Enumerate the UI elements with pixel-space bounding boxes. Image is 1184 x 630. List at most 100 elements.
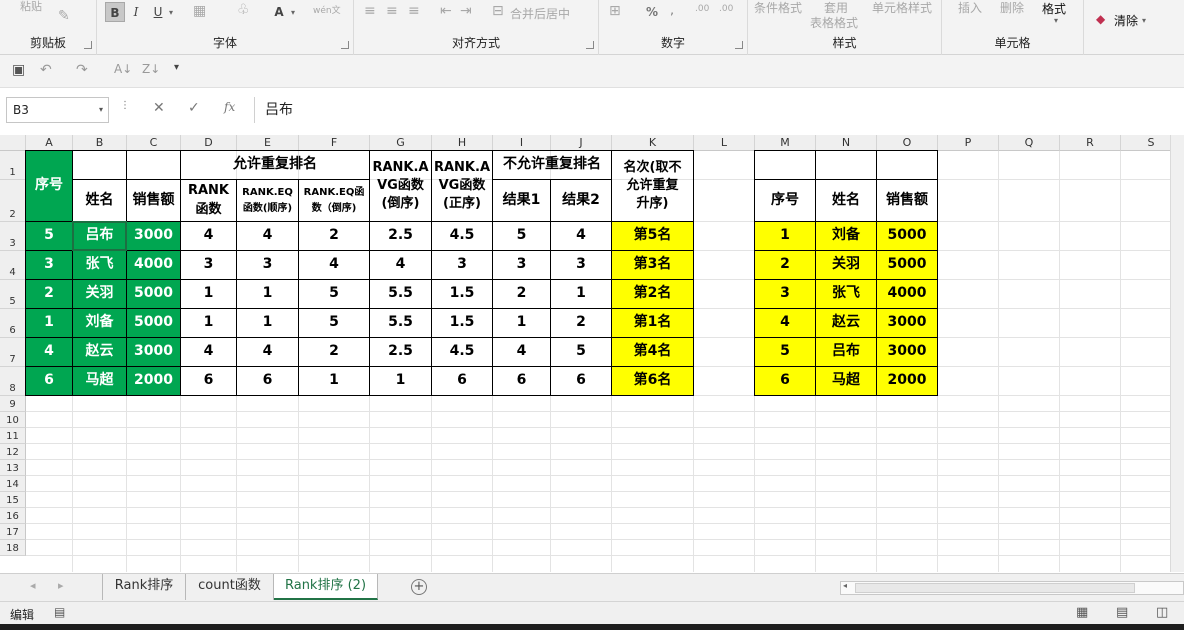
header-cell-name[interactable]: 姓名	[73, 180, 127, 222]
data-cell[interactable]: 5	[299, 309, 370, 338]
cell-styles-button[interactable]: 单元格样式	[872, 0, 932, 16]
data-cell[interactable]: 1	[551, 280, 612, 309]
header-cell-blank-n1[interactable]	[816, 151, 877, 180]
row-header-13[interactable]: 13	[0, 460, 26, 476]
column-header-h[interactable]: H	[432, 135, 493, 151]
column-header-b[interactable]: B	[73, 135, 127, 151]
data-cell[interactable]: 1.5	[432, 309, 493, 338]
data-cell[interactable]: 3	[493, 251, 551, 280]
scroll-left-icon[interactable]: ◂	[843, 581, 847, 590]
clipboard-launcher-icon[interactable]	[84, 41, 92, 49]
vertical-scrollbar[interactable]	[1170, 135, 1184, 572]
sorted-data-cell[interactable]: 马超	[816, 367, 877, 396]
align-left-icon[interactable]: ≡	[364, 3, 376, 19]
normal-view-icon[interactable]: ▦	[1076, 605, 1088, 620]
percent-button[interactable]: %	[641, 2, 663, 22]
data-cell[interactable]: 张飞	[73, 251, 127, 280]
header-cell-result2[interactable]: 结果2	[551, 180, 612, 222]
header-cell-rank-fn[interactable]: RANK 函数	[181, 180, 237, 222]
data-cell[interactable]: 5.5	[370, 309, 432, 338]
row-header-7[interactable]: 7	[0, 338, 26, 367]
header-cell-blank-m1[interactable]	[755, 151, 816, 180]
data-cell[interactable]: 4	[299, 251, 370, 280]
increase-indent-icon[interactable]: ⇥	[460, 3, 472, 19]
row-header-17[interactable]: 17	[0, 524, 26, 540]
sorted-data-cell[interactable]: 2	[755, 251, 816, 280]
column-header-d[interactable]: D	[181, 135, 237, 151]
horizontal-scrollbar[interactable]: ◂	[840, 581, 1184, 595]
name-box[interactable]: B3 ▾	[6, 97, 109, 123]
data-cell[interactable]: 2000	[127, 367, 181, 396]
insert-button[interactable]: 插入	[958, 0, 982, 16]
header-cell-result1[interactable]: 结果1	[493, 180, 551, 222]
data-cell[interactable]: 4	[26, 338, 73, 367]
data-cell[interactable]: 赵云	[73, 338, 127, 367]
data-cell[interactable]: 第6名	[612, 367, 694, 396]
header-cell-seq[interactable]: 序号	[26, 151, 73, 222]
sorted-header-sales[interactable]: 销售额	[877, 180, 938, 222]
column-header-l[interactable]: L	[694, 135, 755, 151]
font-launcher-icon[interactable]	[341, 41, 349, 49]
column-header-m[interactable]: M	[755, 135, 816, 151]
row-header-12[interactable]: 12	[0, 444, 26, 460]
decrease-decimal-icon[interactable]: .00	[719, 4, 733, 14]
font-color-button[interactable]: A	[271, 2, 287, 22]
row-header-4[interactable]: 4	[0, 251, 26, 280]
table-format-button-line2[interactable]: 表格格式	[810, 14, 858, 31]
align-center-icon[interactable]: ≡	[386, 3, 398, 19]
prev-sheet-icon[interactable]: ◂	[30, 579, 36, 592]
data-cell[interactable]: 3	[237, 251, 299, 280]
data-cell[interactable]: 2	[299, 222, 370, 251]
sorted-data-cell[interactable]: 4000	[877, 280, 938, 309]
data-cell[interactable]: 4	[181, 338, 237, 367]
header-cell-rank-eq-desc[interactable]: RANK.EQ函 数（倒序)	[299, 180, 370, 222]
header-cell-allow-dup[interactable]: 允许重复排名	[181, 151, 370, 180]
format-painter-icon[interactable]: ✎	[58, 8, 70, 24]
row-header-18[interactable]: 18	[0, 540, 26, 556]
row-header-6[interactable]: 6	[0, 309, 26, 338]
data-cell[interactable]: 6	[181, 367, 237, 396]
column-header-c[interactable]: C	[127, 135, 181, 151]
data-cell[interactable]: 1	[299, 367, 370, 396]
format-button[interactable]: 格式	[1042, 0, 1066, 17]
header-cell-no-dup[interactable]: 不允许重复排名	[493, 151, 612, 180]
sorted-data-cell[interactable]: 赵云	[816, 309, 877, 338]
paste-button[interactable]: 粘贴	[20, 0, 42, 14]
data-cell[interactable]: 6	[432, 367, 493, 396]
data-cell[interactable]: 5000	[127, 309, 181, 338]
data-cell[interactable]: 刘备	[73, 309, 127, 338]
border-icon[interactable]: ▦	[193, 3, 206, 19]
row-header-16[interactable]: 16	[0, 508, 26, 524]
row-header-1[interactable]: 1	[0, 151, 26, 180]
data-cell[interactable]: 第3名	[612, 251, 694, 280]
sorted-data-cell[interactable]: 刘备	[816, 222, 877, 251]
data-cell[interactable]: 4	[237, 338, 299, 367]
sorted-header-name[interactable]: 姓名	[816, 180, 877, 222]
column-header-k[interactable]: K	[612, 135, 694, 151]
decrease-indent-icon[interactable]: ⇤	[440, 3, 452, 19]
undo-icon[interactable]: ↶	[40, 62, 52, 78]
column-header-f[interactable]: F	[299, 135, 370, 151]
data-cell[interactable]: 4	[181, 222, 237, 251]
data-cell[interactable]: 2	[299, 338, 370, 367]
fill-color-icon[interactable]: ♧	[237, 2, 250, 18]
sorted-header-seq[interactable]: 序号	[755, 180, 816, 222]
data-cell[interactable]: 5000	[127, 280, 181, 309]
data-cell[interactable]: 1	[493, 309, 551, 338]
data-cell[interactable]: 4000	[127, 251, 181, 280]
data-cell[interactable]: 6	[493, 367, 551, 396]
data-cell[interactable]: 3	[551, 251, 612, 280]
currency-icon[interactable]: ⊞	[609, 3, 621, 19]
data-cell[interactable]: 第1名	[612, 309, 694, 338]
data-cell[interactable]: 3	[26, 251, 73, 280]
row-header-9[interactable]: 9	[0, 396, 26, 412]
phonetic-button[interactable]: wén文	[313, 3, 341, 16]
row-header-8[interactable]: 8	[0, 367, 26, 396]
data-cell[interactable]: 5	[26, 222, 73, 251]
sorted-data-cell[interactable]: 1	[755, 222, 816, 251]
data-cell[interactable]: 关羽	[73, 280, 127, 309]
data-cell[interactable]: 第2名	[612, 280, 694, 309]
data-cell[interactable]: 1	[181, 280, 237, 309]
data-cell[interactable]: 1	[181, 309, 237, 338]
redo-icon[interactable]: ↷	[76, 62, 88, 78]
